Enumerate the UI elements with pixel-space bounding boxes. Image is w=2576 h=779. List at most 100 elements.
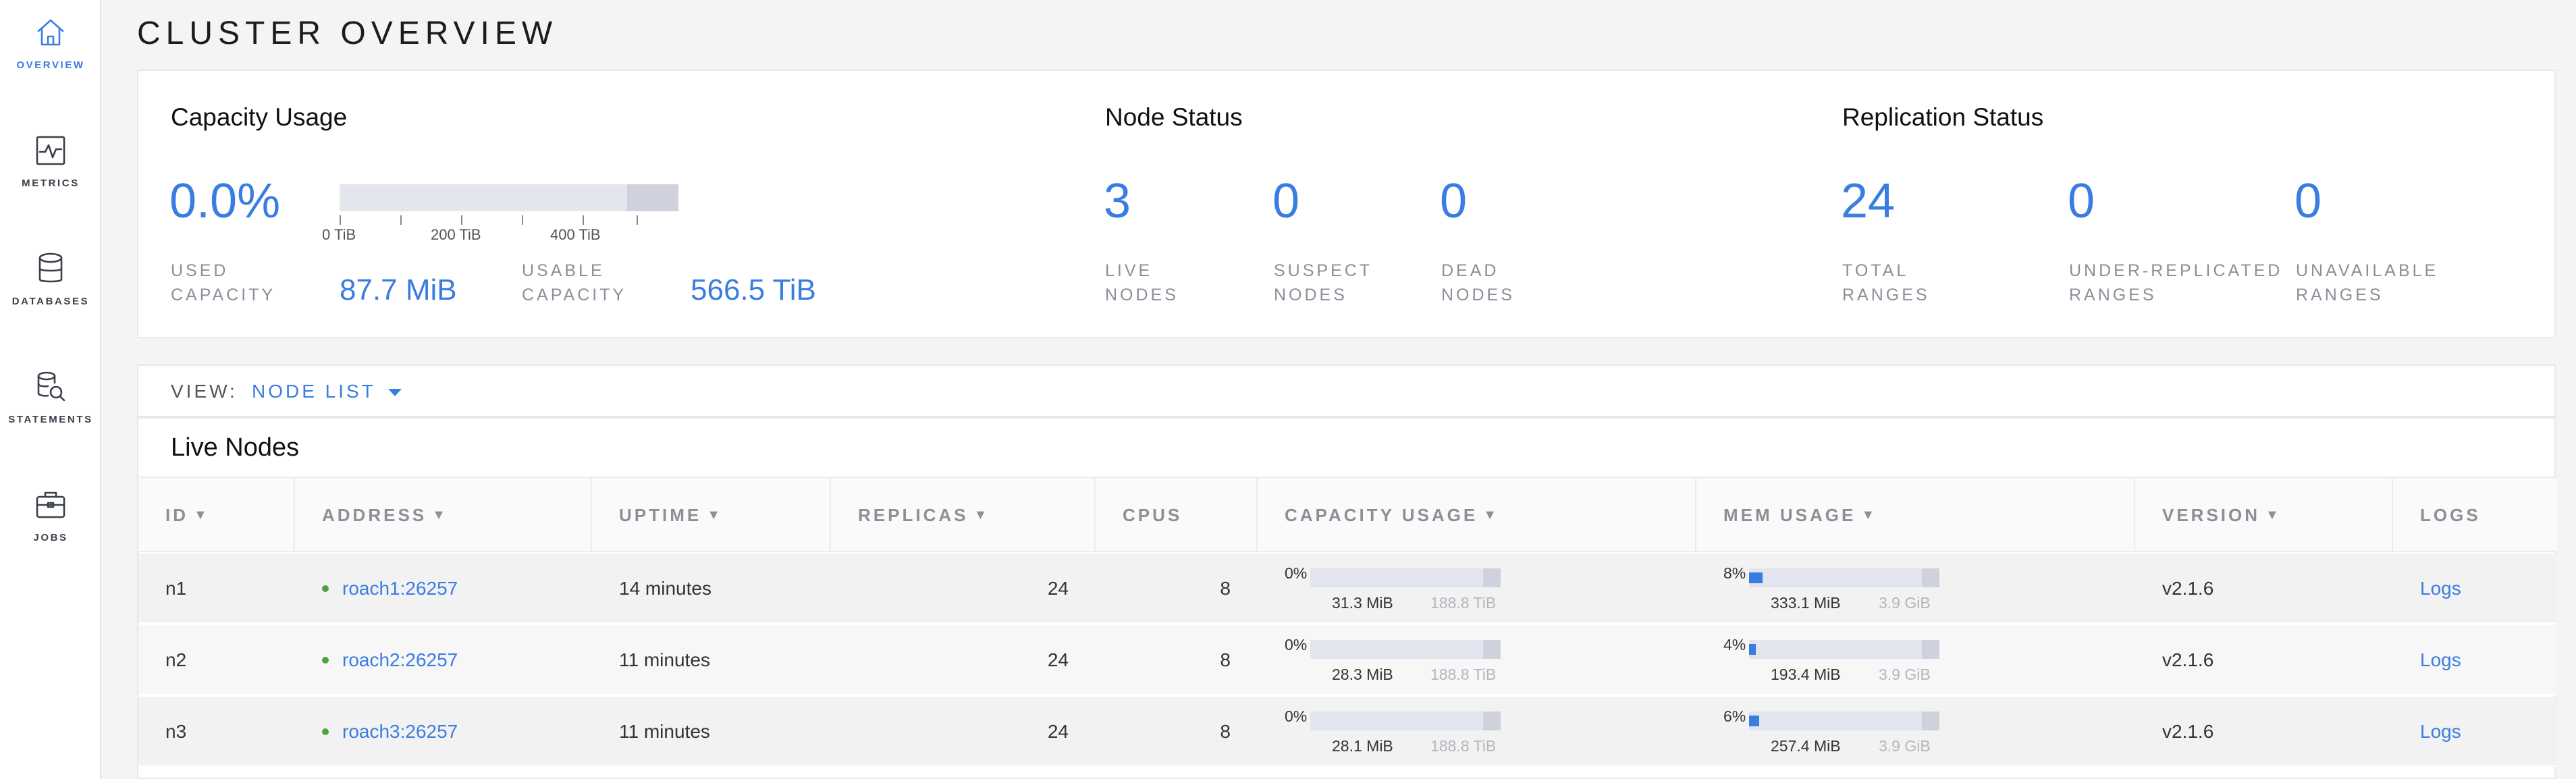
mem-usage-percent: 6% — [1723, 707, 1746, 725]
axis-tick — [461, 215, 462, 225]
nav-jobs[interactable]: JOBS — [0, 486, 101, 587]
mem-usage-percent: 4% — [1723, 636, 1746, 653]
mem-usage-bar-end — [1922, 640, 1939, 659]
node-address[interactable]: roach1:26257 — [322, 554, 458, 624]
node-address[interactable]: roach2:26257 — [322, 625, 458, 695]
mem-fill — [1749, 644, 1756, 655]
capacity-usage-percent: 0% — [1285, 707, 1308, 725]
nav-overview[interactable]: OVERVIEW — [0, 14, 101, 115]
usable-capacity-label: USABLE CAPACITY — [522, 261, 627, 304]
column-header-version[interactable]: VERSION ▼ — [2135, 478, 2393, 552]
capacity-usage-title: Capacity Usage — [171, 103, 348, 131]
capacity-usage-used: 31.3 MiB — [1332, 594, 1393, 612]
capacity-usage-total: 188.8 TiB — [1430, 666, 1497, 683]
capacity-used-percent: 0.0% — [169, 174, 281, 228]
axis-tick — [583, 215, 584, 225]
node-replicas: 24 — [1047, 721, 1069, 742]
column-header-address[interactable]: ADDRESS ▼ — [295, 478, 592, 552]
live-nodes-card: Live Nodes ID ▼ ADDRESS ▼ UPTIME ▼ REPLICAS… — [137, 417, 2557, 779]
column-header-id[interactable]: ID ▼ — [138, 478, 295, 552]
view-dropdown[interactable]: NODE LIST — [252, 381, 402, 402]
node-id: n3 — [165, 721, 187, 742]
column-header-capacity-usage[interactable]: CAPACITY USAGE ▼ — [1258, 478, 1696, 552]
sidebar: OVERVIEW METRICS DATABASES STATEMENTS JO… — [0, 0, 101, 779]
nav-metrics[interactable]: METRICS — [0, 132, 101, 233]
nav-jobs-label: JOBS — [33, 532, 68, 543]
nav-databases-label: DATABASES — [11, 296, 90, 307]
column-header-cpus[interactable]: CPUS — [1096, 478, 1258, 552]
axis-tick — [637, 215, 638, 225]
column-header-replicas[interactable]: REPLICAS ▼ — [831, 478, 1096, 552]
logs-link[interactable]: Logs — [2420, 649, 2461, 671]
suspect-nodes-label: SUSPECT NODES — [1274, 261, 1373, 304]
dead-nodes-count: 0 — [1440, 174, 1468, 228]
used-capacity-value: 87.7 MiB — [340, 273, 457, 306]
logs-link[interactable]: Logs — [2420, 578, 2461, 599]
sort-arrow-icon: ▼ — [1483, 507, 1499, 522]
live-nodes-title: Live Nodes — [171, 433, 300, 462]
capacity-usage: 0% 28.3 MiB 188.8 TiB — [1285, 636, 1521, 687]
table-row: n2 roach2:26257 11 minutes 24 8 0% 28.3 MiB 188… — [138, 625, 2557, 695]
table-row: n3 roach3:26257 11 minutes 24 8 0% 28.1 MiB 188… — [138, 697, 2557, 767]
node-uptime: 14 minutes — [619, 578, 712, 599]
capacity-usage: 0% 31.3 MiB 188.8 TiB — [1285, 564, 1521, 616]
database-icon — [38, 252, 63, 283]
live-nodes-label: LIVE NODES — [1105, 261, 1179, 304]
mem-usage-bar — [1749, 711, 1939, 730]
node-id: n2 — [165, 649, 187, 670]
mem-usage-bar-end — [1922, 568, 1939, 587]
used-capacity-label: USED CAPACITY — [171, 261, 276, 304]
suspect-nodes-count: 0 — [1272, 174, 1300, 228]
mem-usage-total: 3.9 GiB — [1879, 737, 1931, 755]
capacity-usage-bar — [1310, 568, 1501, 587]
node-uptime: 11 minutes — [619, 721, 710, 742]
briefcase-icon — [36, 491, 65, 518]
mem-usage-used: 333.1 MiB — [1771, 594, 1841, 612]
column-header-mem-usage[interactable]: MEM USAGE ▼ — [1696, 478, 2135, 552]
axis-label-0: 0 TiB — [322, 226, 356, 243]
capacity-usage-bar — [1310, 711, 1501, 730]
live-status-dot — [322, 657, 329, 664]
node-logs-link[interactable]: Logs — [2420, 554, 2461, 624]
sort-arrow-icon: ▼ — [194, 507, 210, 522]
mem-usage-total: 3.9 GiB — [1879, 666, 1931, 683]
node-address-link[interactable]: roach3:26257 — [342, 721, 458, 743]
unavailable-ranges-label: UNAVAILABLE RANGES — [2296, 261, 2439, 304]
column-header-logs[interactable]: LOGS — [2393, 478, 2557, 552]
nav-overview-label: OVERVIEW — [16, 59, 85, 71]
mem-usage-bar — [1749, 640, 1939, 659]
view-label: VIEW: — [171, 381, 238, 402]
axis-tick — [522, 215, 523, 225]
column-header-uptime[interactable]: UPTIME ▼ — [592, 478, 831, 552]
node-logs-link[interactable]: Logs — [2420, 697, 2461, 767]
sort-arrow-icon: ▼ — [432, 507, 448, 522]
capacity-axis — [340, 215, 650, 225]
node-address[interactable]: roach3:26257 — [322, 697, 458, 767]
sort-arrow-icon: ▼ — [707, 507, 724, 522]
mem-usage: 6% 257.4 MiB 3.9 GiB — [1723, 707, 1960, 759]
node-address-link[interactable]: roach1:26257 — [342, 578, 458, 599]
axis-tick — [400, 215, 402, 225]
node-logs-link[interactable]: Logs — [2420, 625, 2461, 695]
nav-statements-label: STATEMENTS — [8, 414, 93, 425]
view-bar: VIEW: NODE LIST — [137, 365, 2556, 417]
cluster-summary-card: Capacity Usage 0.0% 0 TiB 200 TiB 400 Ti… — [137, 70, 2556, 338]
nav-statements[interactable]: STATEMENTS — [0, 368, 101, 469]
unavailable-ranges-count: 0 — [2295, 174, 2322, 228]
capacity-usage-bar — [1310, 640, 1501, 659]
mem-usage-percent: 8% — [1723, 564, 1746, 582]
mem-usage-used: 193.4 MiB — [1771, 666, 1841, 683]
capacity-usage-used: 28.1 MiB — [1332, 737, 1393, 755]
axis-label-200: 200 TiB — [431, 226, 481, 243]
node-address-link[interactable]: roach2:26257 — [342, 649, 458, 671]
capacity-usage-percent: 0% — [1285, 636, 1308, 653]
capacity-bar-usable — [627, 184, 678, 211]
node-version: v2.1.6 — [2162, 649, 2214, 670]
nav-databases[interactable]: DATABASES — [0, 250, 101, 351]
logs-link[interactable]: Logs — [2420, 721, 2461, 743]
capacity-usage-bar-end — [1483, 568, 1501, 587]
dead-nodes-label: DEAD NODES — [1441, 261, 1515, 304]
replication-status-title: Replication Status — [1842, 103, 2044, 131]
capacity-usage-used: 28.3 MiB — [1332, 666, 1393, 683]
caret-down-icon — [387, 389, 402, 397]
